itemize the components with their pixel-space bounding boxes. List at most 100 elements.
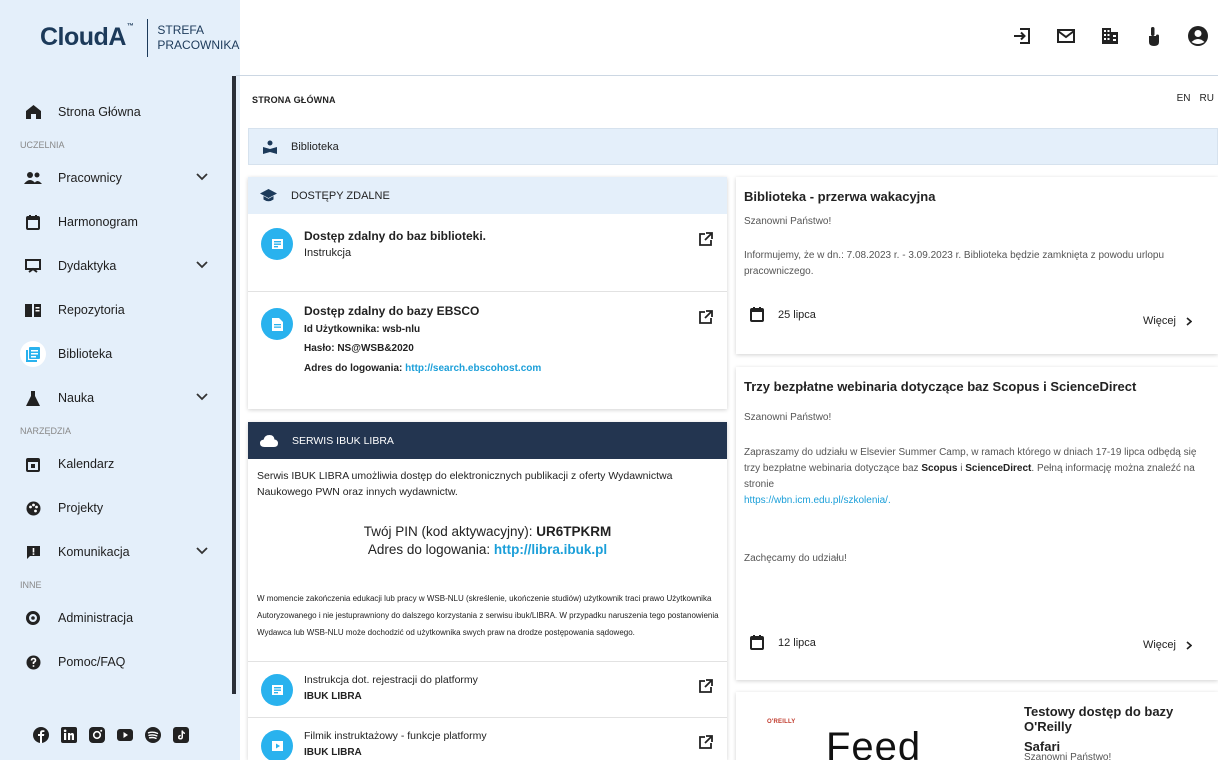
lang-en[interactable]: EN: [1177, 93, 1191, 104]
ebsco-login-address: Adres do logowania: http://search.ebscoh…: [304, 363, 542, 374]
news-image-text: Feed: [826, 725, 922, 760]
ebsco-title: Dostęp zdalny do bazy EBSCO: [304, 304, 480, 318]
chevron-down-icon[interactable]: [196, 390, 208, 404]
sidebar-scrollbar[interactable]: [232, 76, 236, 694]
login-icon[interactable]: [1010, 24, 1034, 48]
news-title[interactable]: Biblioteka - przerwa wakacyjna: [744, 189, 935, 204]
brand-subtitle: STREFA PRACOWNIKA: [157, 22, 240, 52]
logo-separator: [147, 18, 149, 57]
open-external-icon[interactable]: [698, 679, 713, 699]
mail-icon[interactable]: [1054, 24, 1078, 48]
remote-access-header: DOSTĘPY ZDALNE: [248, 177, 727, 214]
sidebar-item-home[interactable]: Strona Główna: [0, 90, 232, 134]
gear-icon: [24, 609, 42, 627]
document-icon: [261, 308, 293, 340]
sidebar-item-label: Biblioteka: [58, 347, 113, 361]
news-greeting: Szanowni Państwo!: [1024, 752, 1112, 760]
account-icon[interactable]: [1186, 24, 1210, 48]
open-external-icon[interactable]: [698, 232, 713, 252]
tiktok-icon[interactable]: [172, 726, 190, 744]
language-switcher: EN RU: [1168, 93, 1214, 104]
calendar-icon: [24, 455, 42, 473]
sidebar-item-administracja[interactable]: Administracja: [0, 596, 232, 640]
sidebar-item-label: Strona Główna: [58, 105, 141, 119]
open-external-icon[interactable]: [698, 310, 713, 330]
palette-icon: [24, 499, 42, 517]
sidebar-item-projekty[interactable]: Projekty: [0, 486, 232, 530]
ebsco-user: Id Użytkownika: wsb-nlu: [304, 324, 421, 335]
news-date: 12 lipca: [750, 635, 816, 650]
ibuk-pin-value: UR6TPKRM: [536, 524, 612, 539]
remote-access-item[interactable]: Dostęp zdalny do baz biblioteki. Instruk…: [248, 214, 727, 291]
chevron-right-icon: [1186, 640, 1192, 650]
youtube-icon[interactable]: [116, 726, 134, 744]
ibuk-video-sub: IBUK LIBRA: [304, 747, 362, 758]
sidebar-menu: Strona Główna UCZELNIA Pracownicy Harmon…: [0, 90, 232, 684]
remote-access-item-title: Dostęp zdalny do baz biblioteki.: [304, 229, 487, 243]
chevron-down-icon[interactable]: [196, 170, 208, 184]
sidebar-item-label: Repozytoria: [58, 303, 125, 317]
instagram-icon[interactable]: [88, 726, 106, 744]
sidebar-item-komunikacja[interactable]: Komunikacja: [0, 530, 232, 574]
book-icon: [261, 674, 293, 706]
more-button[interactable]: Więcej: [1143, 315, 1192, 327]
sidebar-item-label: Komunikacja: [58, 545, 130, 559]
ibuk-video-item[interactable]: Filmik instruktażowy - funkcje platformy…: [248, 717, 727, 760]
touch-icon[interactable]: [1142, 24, 1166, 48]
linkedin-icon[interactable]: [60, 726, 78, 744]
sidebar-item-label: Nauka: [58, 391, 95, 405]
sidebar-item-pomoc[interactable]: Pomoc/FAQ: [0, 640, 232, 684]
sidebar-item-label: Dydaktyka: [58, 259, 117, 273]
people-icon: [24, 169, 42, 187]
sidebar-item-harmonogram[interactable]: Harmonogram: [0, 200, 232, 244]
news-card[interactable]: O'REILLY Feed Testowy dostęp do bazy O'R…: [736, 692, 1218, 760]
news-link[interactable]: https://wbn.icm.edu.pl/szkolenia/.: [744, 495, 891, 506]
reader-icon: [263, 140, 277, 154]
more-button[interactable]: Więcej: [1143, 639, 1192, 651]
sidebar-item-biblioteka[interactable]: Biblioteka: [0, 332, 232, 376]
ibuk-registration-title: Instrukcja dot. rejestracji do platformy: [304, 674, 478, 686]
menu-section-inne: INNE: [20, 580, 42, 590]
sidebar-item-label: Administracja: [58, 611, 134, 625]
remote-access-card: DOSTĘPY ZDALNE Dostęp zdalny do baz bibl…: [248, 177, 727, 409]
ibuk-registration-sub: IBUK LIBRA: [304, 691, 362, 702]
ibuk-libra-header: SERWIS IBUK LIBRA: [248, 422, 727, 459]
ebsco-login-link[interactable]: http://search.ebscohost.com: [405, 363, 541, 374]
sidebar-item-label: Pomoc/FAQ: [58, 655, 126, 669]
sidebar-item-nauka[interactable]: Nauka: [0, 376, 232, 420]
cloud-icon: [260, 434, 278, 447]
news-card[interactable]: Trzy bezpłatne webinaria dotyczące baz S…: [736, 367, 1218, 680]
sidebar-item-repozytoria[interactable]: Repozytoria: [0, 288, 232, 332]
open-external-icon[interactable]: [698, 735, 713, 755]
ibuk-video-title: Filmik instruktażowy - funkcje platformy: [304, 730, 487, 742]
chevron-down-icon[interactable]: [196, 544, 208, 558]
sidebar-item-label: Pracownicy: [58, 171, 122, 185]
news-card[interactable]: Biblioteka - przerwa wakacyjna Szanowni …: [736, 177, 1218, 354]
ibuk-login-address: Adres do logowania: http://libra.ibuk.pl: [367, 542, 608, 557]
news-closing: Zachęcamy do udziału!: [744, 553, 847, 564]
home-icon: [24, 103, 42, 121]
news-greeting: Szanowni Państwo!: [744, 412, 832, 423]
spotify-icon[interactable]: [144, 726, 162, 744]
brand-logo[interactable]: CloudA™ STREFA PRACOWNIKA: [0, 0, 240, 75]
ibuk-login-link[interactable]: http://libra.ibuk.pl: [494, 542, 607, 557]
graduation-cap-icon: [260, 189, 277, 202]
header-divider: [236, 75, 1218, 76]
ibuk-registration-item[interactable]: Instrukcja dot. rejestracji do platformy…: [248, 661, 727, 716]
top-toolbar: [1010, 24, 1218, 48]
sidebar-item-kalendarz[interactable]: Kalendarz: [0, 442, 232, 486]
social-links: [32, 726, 190, 744]
chevron-down-icon[interactable]: [196, 258, 208, 272]
ibuk-note: W momencie zakończenia edukacji lub prac…: [257, 594, 719, 637]
library-icon: [20, 341, 46, 367]
building-icon[interactable]: [1098, 24, 1122, 48]
ibuk-pin: Twój PIN (kod aktywacyjny): UR6TPKRM: [363, 524, 612, 539]
sidebar-item-pracownicy[interactable]: Pracownicy: [0, 156, 232, 200]
news-title[interactable]: Trzy bezpłatne webinaria dotyczące baz S…: [744, 379, 1136, 394]
sidebar-item-dydaktyka[interactable]: Dydaktyka: [0, 244, 232, 288]
ebsco-access-item[interactable]: Dostęp zdalny do bazy EBSCO Id Użytkowni…: [248, 291, 727, 409]
facebook-icon[interactable]: [32, 726, 50, 744]
news-date: 25 lipca: [750, 307, 816, 322]
lang-ru[interactable]: RU: [1200, 93, 1214, 104]
breadcrumb[interactable]: STRONA GŁÓWNA: [252, 95, 336, 105]
